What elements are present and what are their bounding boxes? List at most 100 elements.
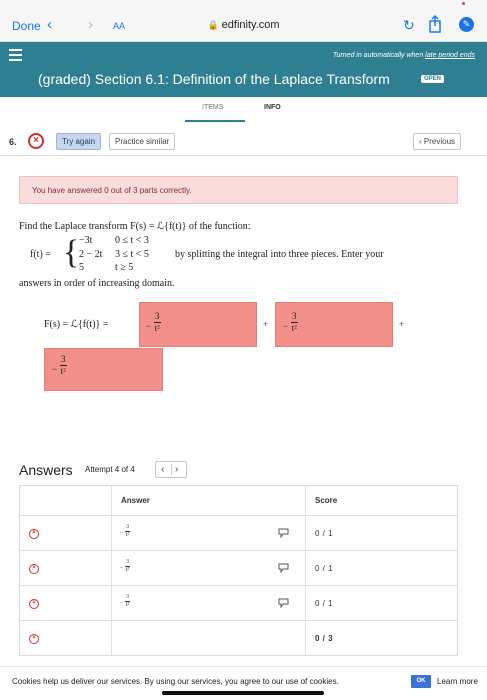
denominator: t² bbox=[154, 323, 160, 333]
piece-domain: 3 ≤ t < 5 bbox=[115, 249, 149, 260]
answer-input-1[interactable]: −3 t² bbox=[139, 302, 257, 347]
table-row: × −3 t² 0 / 1 bbox=[20, 585, 457, 620]
status-badge: OPEN bbox=[421, 75, 445, 83]
compass-icon[interactable]: ✎ bbox=[459, 17, 474, 32]
page-title: (graded) Section 6.1: Definition of the … bbox=[38, 71, 390, 87]
tab-items[interactable]: ITEMS bbox=[202, 104, 223, 111]
lock-icon: 🔒 bbox=[207, 20, 219, 30]
row-score: 0 / 1 bbox=[315, 599, 334, 608]
sign: − bbox=[120, 600, 124, 606]
numerator: 3 bbox=[125, 594, 130, 602]
denominator: t² bbox=[125, 532, 130, 538]
answer-column-header: Answer bbox=[121, 496, 150, 505]
denominator: t² bbox=[60, 366, 66, 376]
answer-input-2[interactable]: −3 t² bbox=[275, 302, 393, 347]
late-notice-text: Turned in automatically when bbox=[332, 52, 426, 59]
sign: − bbox=[146, 321, 152, 331]
status-bar bbox=[0, 0, 487, 8]
piece-expression: 5 bbox=[79, 262, 84, 273]
numerator: 3 bbox=[154, 311, 161, 323]
previous-label: Previous bbox=[423, 137, 456, 146]
question-toolbar: 6. × Try again Practice similar ‹ Previo… bbox=[0, 128, 487, 156]
learn-more-link[interactable]: Learn more bbox=[437, 677, 478, 686]
answers-table: Answer Score × −3 t² 0 / 1 × −3 t² 0 / 1 ×… bbox=[19, 485, 458, 656]
incorrect-icon: × bbox=[29, 634, 39, 644]
assignment-header: Turned in automatically when late period… bbox=[0, 42, 487, 97]
sign: − bbox=[52, 364, 58, 374]
sign: − bbox=[120, 565, 124, 571]
numerator: 3 bbox=[291, 311, 298, 323]
numerator: 3 bbox=[125, 524, 130, 532]
answer-input-3[interactable]: −3 t² bbox=[44, 348, 163, 391]
incorrect-icon: × bbox=[29, 529, 39, 539]
try-again-button[interactable]: Try again bbox=[56, 133, 102, 150]
row-score: 0 / 1 bbox=[315, 529, 334, 538]
attempt-counter: Attempt 4 of 4 bbox=[85, 465, 135, 474]
feedback-icon[interactable] bbox=[278, 528, 289, 538]
reload-icon[interactable]: ↻ bbox=[403, 17, 415, 34]
result-alert: You have answered 0 out of 3 parts corre… bbox=[19, 176, 458, 204]
sign: − bbox=[120, 530, 124, 536]
problem-instruction-end: answers in order of increasing domain. bbox=[19, 278, 175, 289]
problem-instruction: by splitting the integral into three pie… bbox=[175, 249, 384, 260]
late-period-link[interactable]: late period ends bbox=[425, 52, 475, 59]
url-text: edfinity.com bbox=[221, 19, 280, 31]
cookie-message: Cookies help us deliver our services. By… bbox=[12, 677, 339, 686]
piece-domain: 0 ≤ t < 3 bbox=[115, 235, 149, 246]
answers-heading: Answers bbox=[19, 462, 73, 478]
tab-info[interactable]: INFO bbox=[264, 104, 281, 111]
active-tab-indicator bbox=[185, 120, 245, 122]
feedback-icon[interactable] bbox=[278, 598, 289, 608]
score-column-header: Score bbox=[315, 496, 338, 505]
result-alert-text: You have answered 0 out of 3 parts corre… bbox=[32, 186, 192, 195]
chevron-right-icon[interactable]: › bbox=[175, 464, 178, 475]
question-number: 6. bbox=[9, 137, 17, 147]
late-notice: Turned in automatically when late period… bbox=[333, 52, 475, 59]
denominator: t² bbox=[125, 602, 130, 608]
fraction: −3 t² bbox=[283, 311, 298, 334]
previous-button[interactable]: ‹ Previous bbox=[413, 133, 462, 150]
denominator: t² bbox=[291, 323, 297, 333]
tab-bar: ITEMS INFO bbox=[0, 98, 487, 124]
table-row: × −3 t² 0 / 1 bbox=[20, 515, 457, 550]
plus-sign: + bbox=[263, 319, 269, 329]
table-row: × −3 t² 0 / 1 bbox=[20, 550, 457, 585]
table-header-row: Answer Score bbox=[20, 486, 457, 515]
chevron-left-icon[interactable]: ‹ bbox=[161, 464, 164, 475]
hamburger-menu-icon[interactable] bbox=[9, 49, 22, 61]
home-indicator bbox=[162, 691, 324, 695]
denominator: t² bbox=[125, 567, 130, 573]
cookie-ok-button[interactable]: OK bbox=[411, 675, 431, 688]
fraction: −3 t² bbox=[146, 311, 161, 334]
incorrect-icon: × bbox=[29, 599, 39, 609]
piece-row: 5 t ≥ 5 bbox=[79, 262, 133, 273]
browser-toolbar: Done ‹ › AA 🔒 edfinity.com ↻ ✎ bbox=[0, 8, 487, 42]
incorrect-icon: × bbox=[29, 564, 39, 574]
problem-intro: Find the Laplace transform F(s) = ℒ{f(t)… bbox=[19, 221, 251, 232]
piece-expression: −3t bbox=[79, 235, 93, 246]
submitted-answer: −3 t² bbox=[120, 524, 130, 539]
sign: − bbox=[283, 321, 289, 331]
attempt-pager: ‹ › bbox=[155, 461, 187, 478]
practice-similar-button[interactable]: Practice similar bbox=[109, 133, 176, 150]
left-brace: { bbox=[63, 234, 80, 271]
piece-row: 2 − 2t 3 ≤ t < 5 bbox=[79, 249, 149, 260]
plus-sign: + bbox=[399, 319, 405, 329]
recording-indicator-icon bbox=[462, 2, 465, 5]
feedback-icon[interactable] bbox=[278, 563, 289, 573]
piece-row: −3t 0 ≤ t < 3 bbox=[79, 235, 149, 246]
numerator: 3 bbox=[60, 354, 67, 366]
piece-expression: 2 − 2t bbox=[79, 249, 103, 260]
submitted-answer: −3 t² bbox=[120, 559, 130, 574]
function-label: f(t) = bbox=[30, 249, 51, 260]
laplace-label: F(s) = ℒ{f(t)} = bbox=[44, 319, 109, 330]
row-score: 0 / 1 bbox=[315, 564, 334, 573]
piece-domain: t ≥ 5 bbox=[115, 262, 134, 273]
share-icon[interactable] bbox=[427, 15, 443, 33]
total-score: 0 / 3 bbox=[315, 634, 334, 643]
table-total-row: × 0 / 3 bbox=[20, 620, 457, 655]
fraction: −3 t² bbox=[52, 354, 67, 377]
incorrect-icon: × bbox=[28, 133, 44, 149]
numerator: 3 bbox=[125, 559, 130, 567]
submitted-answer: −3 t² bbox=[120, 594, 130, 609]
